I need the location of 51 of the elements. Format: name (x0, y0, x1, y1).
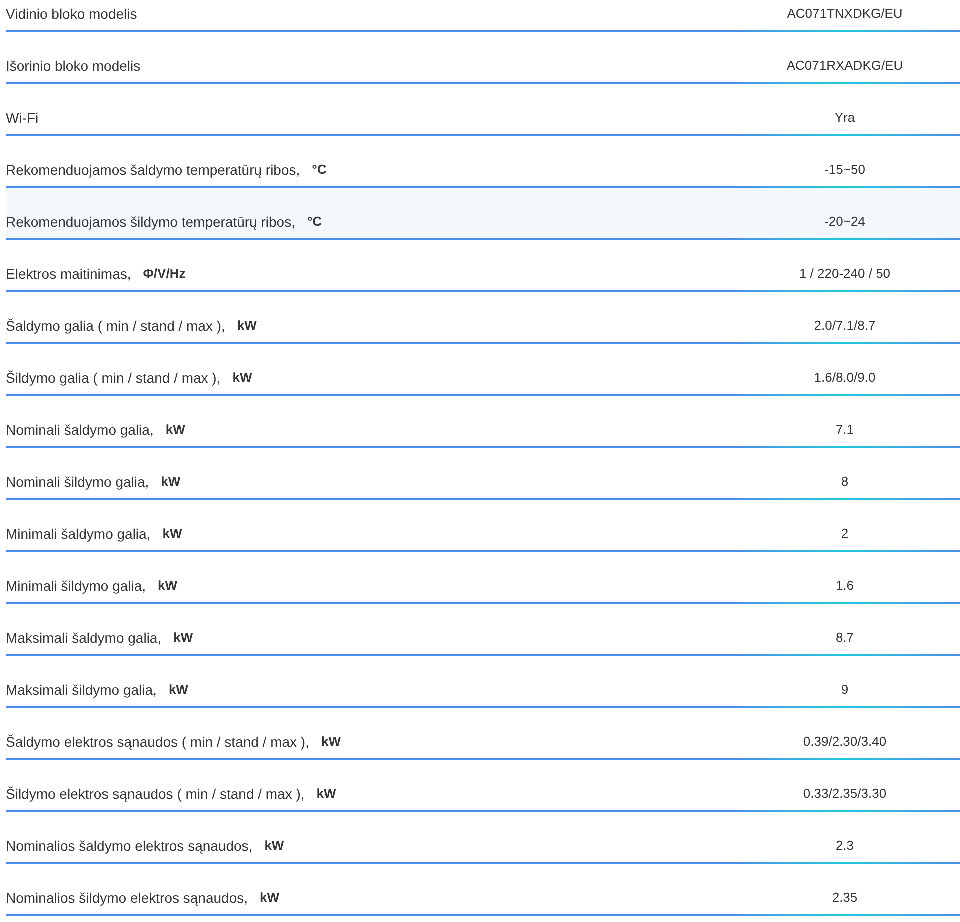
spec-unit: kW (162, 525, 182, 543)
spec-label: Šildymo galia ( min / stand / max ), (6, 369, 221, 388)
spec-unit: kW (168, 681, 188, 699)
spec-unit: °C (307, 213, 322, 231)
spec-value: 8.7 (836, 629, 854, 647)
spec-label: Nominalios šaldymo elektros sąnaudos, (6, 837, 253, 856)
spec-label: Šaldymo elektros sąnaudos ( min / stand / max ), (6, 733, 310, 752)
spec-unit: Φ/V/Hz (143, 265, 186, 283)
spec-label: Elektros maitinimas, (6, 265, 132, 284)
spec-value: 9 (841, 681, 849, 699)
spec-label: Wi-Fi (6, 109, 39, 128)
spec-value: 1.6 (836, 577, 854, 595)
spec-unit: kW (166, 421, 186, 439)
spec-value: 1.6/8.0/9.0 (814, 369, 876, 387)
spec-unit: kW (174, 629, 194, 647)
spec-unit: kW (316, 785, 336, 803)
spec-unit: °C (312, 161, 327, 179)
spec-unit: kW (260, 889, 280, 907)
spec-label: Išorinio bloko modelis (6, 57, 141, 76)
spec-value: 0.33/2.35/3.30 (803, 785, 887, 803)
spec-unit: kW (264, 837, 284, 855)
spec-label: Maksimali šildymo galia, (6, 681, 157, 700)
spec-unit: kW (158, 577, 178, 595)
spec-value: -20~24 (824, 213, 866, 231)
spec-value: 0.39/2.30/3.40 (803, 733, 887, 751)
spec-unit: kW (161, 473, 181, 491)
spec-value: 2 (841, 525, 849, 543)
spec-value: AC071TNXDKG/EU (787, 5, 903, 23)
spec-label: Rekomenduojamos šaldymo temperatūrų ribos, (6, 161, 300, 180)
spec-unit: kW (237, 317, 257, 335)
spec-value: 8 (841, 473, 849, 491)
spec-value: -15~50 (824, 161, 866, 179)
spec-label: Rekomenduojamos šildymo temperatūrų ribos, (6, 213, 296, 232)
spec-label: Maksimali šaldymo galia, (6, 629, 162, 648)
spec-unit: kW (321, 733, 341, 751)
spec-value: 2.3 (836, 837, 854, 855)
spec-value: 2.0/7.1/8.7 (814, 317, 876, 335)
spec-label: Nominalios šildymo elektros sąnaudos, (6, 889, 248, 908)
spec-unit: kW (232, 369, 252, 387)
spec-label: Minimali šaldymo galia, (6, 525, 151, 544)
spec-label: Nominali šaldymo galia, (6, 421, 154, 440)
spec-label: Minimali šildymo galia, (6, 577, 146, 596)
spec-value: 7.1 (836, 421, 854, 439)
spec-value: 1 / 220-240 / 50 (799, 265, 891, 283)
spec-label: Šildymo elektros sąnaudos ( min / stand / max ), (6, 785, 305, 804)
spec-label: Šaldymo galia ( min / stand / max ), (6, 317, 226, 336)
spec-label: Vidinio bloko modelis (6, 5, 138, 24)
spec-value: Yra (834, 109, 856, 127)
spec-value: 2.35 (832, 889, 858, 907)
spec-value: AC071RXADKG/EU (786, 57, 904, 75)
spec-label: Nominali šildymo galia, (6, 473, 150, 492)
